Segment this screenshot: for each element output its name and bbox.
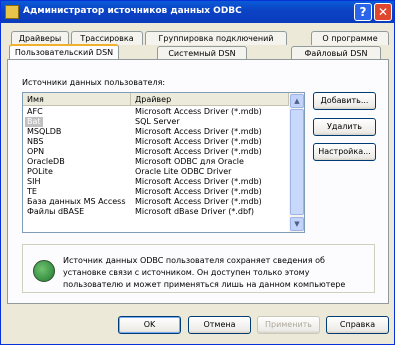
dsn-list[interactable]: Имя Драйвер AFC Microsoft Access Driver (… <box>22 92 305 233</box>
title-bar[interactable]: Администратор источников данных ODBC ? ✕ <box>1 1 394 23</box>
column-header-driver[interactable]: Драйвер <box>131 93 289 106</box>
tab-connection-pooling[interactable]: Группировка подключений <box>145 31 287 45</box>
cancel-button[interactable]: Отмена <box>188 316 251 334</box>
list-scrollbar[interactable]: ▲ ▼ <box>289 93 304 232</box>
tab-system-dsn[interactable]: Системный DSN <box>157 46 247 60</box>
list-row[interactable]: OPN Microsoft Access Driver (*.mdb) <box>23 147 289 157</box>
scroll-up-icon[interactable]: ▲ <box>290 94 304 108</box>
row-name: SIH <box>27 177 41 186</box>
row-name: MSQLDB <box>27 127 62 136</box>
row-driver: Microsoft dBase Driver (*.dbf) <box>135 207 254 216</box>
list-row[interactable]: NBS Microsoft Access Driver (*.mdb) <box>23 137 289 147</box>
list-caption: Источники данных пользователя: <box>22 78 166 87</box>
list-row[interactable]: База данных MS Access Microsoft Access Dr… <box>23 197 289 207</box>
list-row-selected[interactable]: Bat SQL Server <box>23 117 289 127</box>
add-button[interactable]: Добавить... <box>313 92 376 110</box>
row-driver: Microsoft Access Driver (*.mdb) <box>135 187 262 196</box>
info-text: Источник данных ODBC пользователя сохран… <box>63 256 346 289</box>
list-row[interactable]: AFC Microsoft Access Driver (*.mdb) <box>23 107 289 117</box>
row-driver: Oracle Lite ODBC Driver <box>135 167 232 176</box>
row-driver: Microsoft Access Driver (*.mdb) <box>135 197 262 206</box>
ok-button[interactable]: OK <box>118 316 181 334</box>
row-driver: Microsoft Access Driver (*.mdb) <box>135 147 262 156</box>
row-driver: Microsoft Access Driver (*.mdb) <box>135 137 262 146</box>
odbc-globe-icon <box>33 260 55 282</box>
list-row[interactable]: OracleDB Microsoft ODBC для Oracle <box>23 157 289 167</box>
row-name: NBS <box>27 137 44 146</box>
row-driver: Microsoft Access Driver (*.mdb) <box>135 177 262 186</box>
close-title-button[interactable]: ✕ <box>374 3 392 21</box>
row-name: OracleDB <box>27 157 65 166</box>
row-name: Bat <box>25 117 43 127</box>
tab-file-dsn[interactable]: Файловый DSN <box>291 46 381 60</box>
row-driver: Microsoft Access Driver (*.mdb) <box>135 107 262 116</box>
tab-drivers[interactable]: Драйверы <box>11 31 69 45</box>
help-button[interactable]: Справка <box>326 316 389 334</box>
configure-button[interactable]: Настройка... <box>313 143 376 161</box>
row-name: База данных MS Access <box>27 197 126 206</box>
remove-button[interactable]: Удалить <box>313 118 376 136</box>
odbc-app-icon <box>5 5 19 19</box>
row-name: OPN <box>27 147 45 156</box>
window-title: Администратор источников данных ODBC <box>23 6 242 16</box>
list-row[interactable]: SIH Microsoft Access Driver (*.mdb) <box>23 177 289 187</box>
help-title-button[interactable]: ? <box>354 3 372 21</box>
list-row[interactable]: TE Microsoft Access Driver (*.mdb) <box>23 187 289 197</box>
scroll-down-icon[interactable]: ▼ <box>290 217 304 231</box>
row-driver: SQL Server <box>135 117 180 126</box>
tab-about[interactable]: О программе <box>311 31 389 45</box>
row-name: AFC <box>27 107 43 116</box>
row-name: TE <box>27 187 37 196</box>
scroll-thumb[interactable] <box>290 109 304 215</box>
list-row[interactable]: Файлы dBASE Microsoft dBase Driver (*.dbf… <box>23 207 289 217</box>
apply-button[interactable]: Применить <box>257 316 320 334</box>
list-row[interactable]: MSQLDB Microsoft Access Driver (*.mdb) <box>23 127 289 137</box>
row-name: POLite <box>27 167 53 176</box>
column-header-name[interactable]: Имя <box>23 93 131 106</box>
info-box: Источник данных ODBC пользователя сохран… <box>22 244 375 293</box>
tab-tracing[interactable]: Трассировка <box>71 31 143 45</box>
row-name: Файлы dBASE <box>27 207 85 216</box>
row-driver: Microsoft ODBC для Oracle <box>135 157 244 166</box>
tab-user-dsn[interactable]: Пользовательский DSN <box>9 44 119 60</box>
row-driver: Microsoft Access Driver (*.mdb) <box>135 127 262 136</box>
list-row[interactable]: POLite Oracle Lite ODBC Driver <box>23 167 289 177</box>
odbc-admin-window: Администратор источников данных ODBC ? ✕… <box>0 0 395 345</box>
